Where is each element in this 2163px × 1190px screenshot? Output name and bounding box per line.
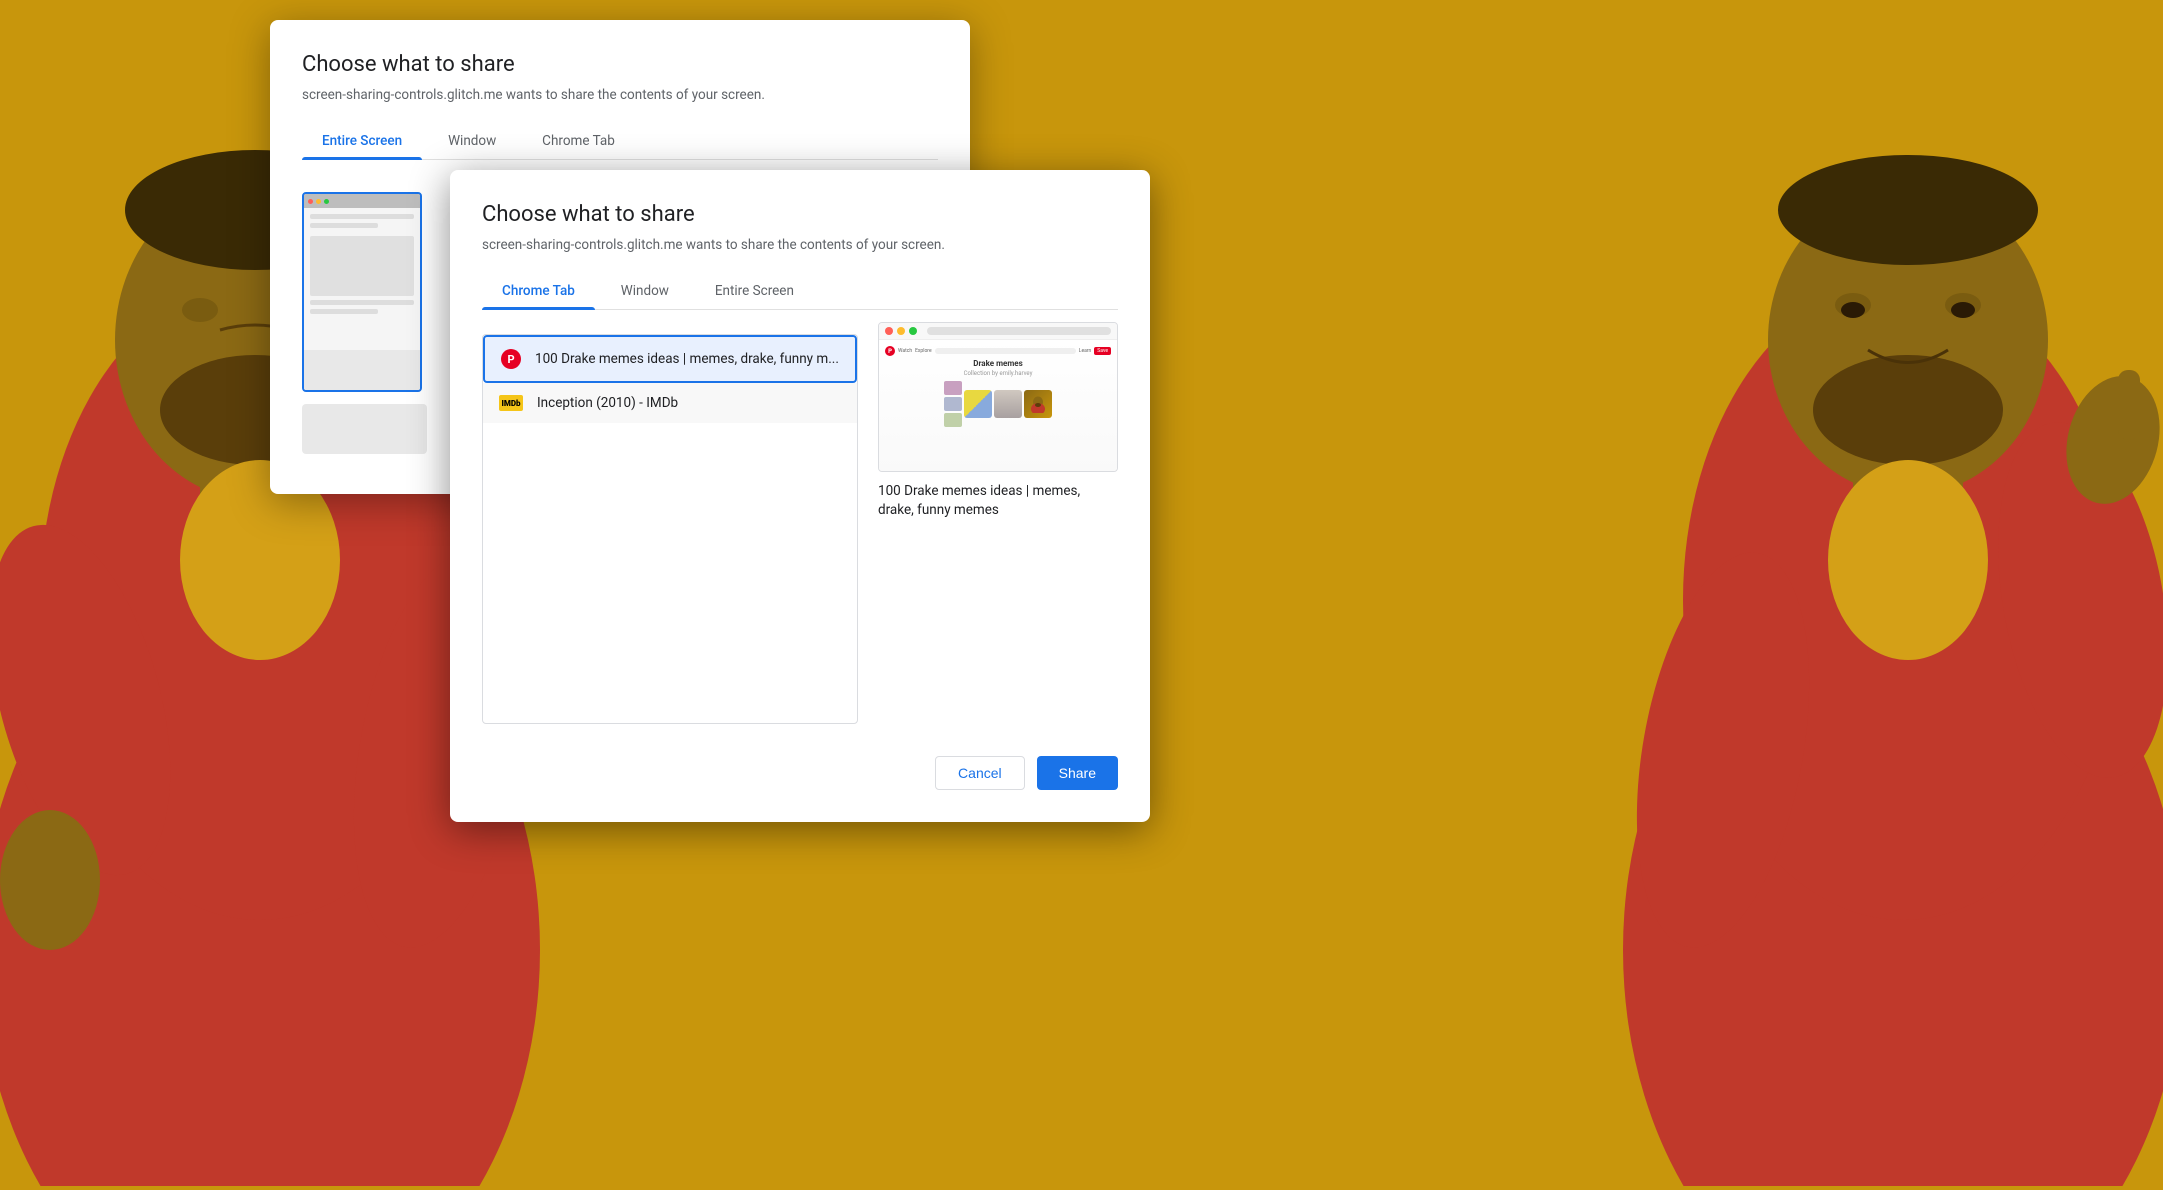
preview-pinterest-content: P Watch Explore Learn Save Drake memes C… — [879, 340, 1117, 471]
preview-panel: P Watch Explore Learn Save Drake memes C… — [878, 322, 1118, 724]
back-tab-chrome[interactable]: Chrome Tab — [522, 123, 635, 159]
max-dot — [324, 199, 329, 204]
drake-mini-svg — [1029, 395, 1047, 413]
front-dialog-title: Choose what to share — [482, 202, 1118, 227]
drake-right-figure — [1523, 0, 2163, 1186]
dialog-front: Choose what to share screen-sharing-cont… — [450, 170, 1150, 822]
back-dialog-footer-bar — [302, 404, 427, 454]
pint-image-grid — [885, 381, 1111, 427]
pint-searchbar — [935, 348, 1076, 354]
pint-collection-text: Collection by emily.harvey — [885, 370, 1111, 377]
front-tab-chrome[interactable]: Chrome Tab — [482, 273, 595, 309]
preview-body — [304, 208, 420, 350]
back-dialog-subtitle: screen-sharing-controls.glitch.me wants … — [302, 87, 938, 103]
pint-small-img-3 — [944, 413, 962, 427]
preview-bottom — [304, 350, 420, 390]
page-preview-thumbnail: P Watch Explore Learn Save Drake memes C… — [878, 322, 1118, 472]
pint-main-images — [964, 390, 1052, 418]
min-dot — [316, 199, 321, 204]
pint-cat-img — [994, 390, 1022, 418]
front-tab-window[interactable]: Window — [595, 273, 695, 309]
cancel-button[interactable]: Cancel — [935, 756, 1025, 790]
pinterest-page-preview: P Watch Explore Learn Save Drake memes C… — [879, 340, 1117, 471]
tab-list-container: P 100 Drake memes ideas | memes, drake, … — [482, 322, 858, 724]
dialog-buttons: Cancel Share — [482, 744, 1118, 790]
back-tabs: Entire Screen Window Chrome Tab — [302, 123, 938, 160]
pint-small-img-2 — [944, 397, 962, 411]
pint-logo-icon: P — [885, 346, 895, 356]
pint-page-title: Drake memes — [885, 359, 1111, 368]
pint-nav-explore: Explore — [915, 348, 932, 354]
preview-urlbar — [927, 327, 1111, 335]
back-tab-entire-screen[interactable]: Entire Screen — [302, 123, 422, 159]
pint-save-btn: Save — [1094, 347, 1111, 355]
tab-item-imdb[interactable]: IMDb Inception (2010) - IMDb — [483, 383, 857, 423]
pinterest-icon: P — [501, 349, 521, 369]
prev-max-dot — [909, 327, 917, 335]
pint-side-images — [944, 381, 962, 427]
back-tab-window[interactable]: Window — [422, 123, 522, 159]
entire-screen-preview[interactable] — [302, 192, 422, 392]
tab-item-pinterest[interactable]: P 100 Drake memes ideas | memes, drake, … — [483, 335, 857, 383]
pint-spongebob-img — [964, 390, 992, 418]
preview-topbar — [304, 194, 420, 208]
preview-browser-bar — [879, 323, 1117, 340]
close-dot — [308, 199, 313, 204]
front-tab-entire-screen[interactable]: Entire Screen — [695, 273, 814, 309]
front-dialog-subtitle: screen-sharing-controls.glitch.me wants … — [482, 237, 1118, 253]
tab-list: P 100 Drake memes ideas | memes, drake, … — [482, 334, 858, 724]
pint-nav-watch: Watch — [898, 348, 912, 354]
preview-content-block — [310, 236, 414, 296]
pint-navbar: P Watch Explore Learn Save — [885, 346, 1111, 356]
prev-close-dot — [885, 327, 893, 335]
imdb-icon: IMDb — [499, 395, 523, 411]
imdb-tab-label: Inception (2010) - IMDb — [537, 395, 678, 411]
pint-nav-learn: Learn — [1079, 348, 1092, 354]
pinterest-tab-label: 100 Drake memes ideas | memes, drake, fu… — [535, 351, 839, 367]
back-dialog-title: Choose what to share — [302, 52, 938, 77]
prev-min-dot — [897, 327, 905, 335]
preview-title-label: 100 Drake memes ideas | memes, drake, fu… — [878, 482, 1118, 520]
front-tabs: Chrome Tab Window Entire Screen — [482, 273, 1118, 310]
pint-drake-img — [1024, 390, 1052, 418]
share-button[interactable]: Share — [1037, 756, 1118, 790]
pint-small-img-1 — [944, 381, 962, 395]
